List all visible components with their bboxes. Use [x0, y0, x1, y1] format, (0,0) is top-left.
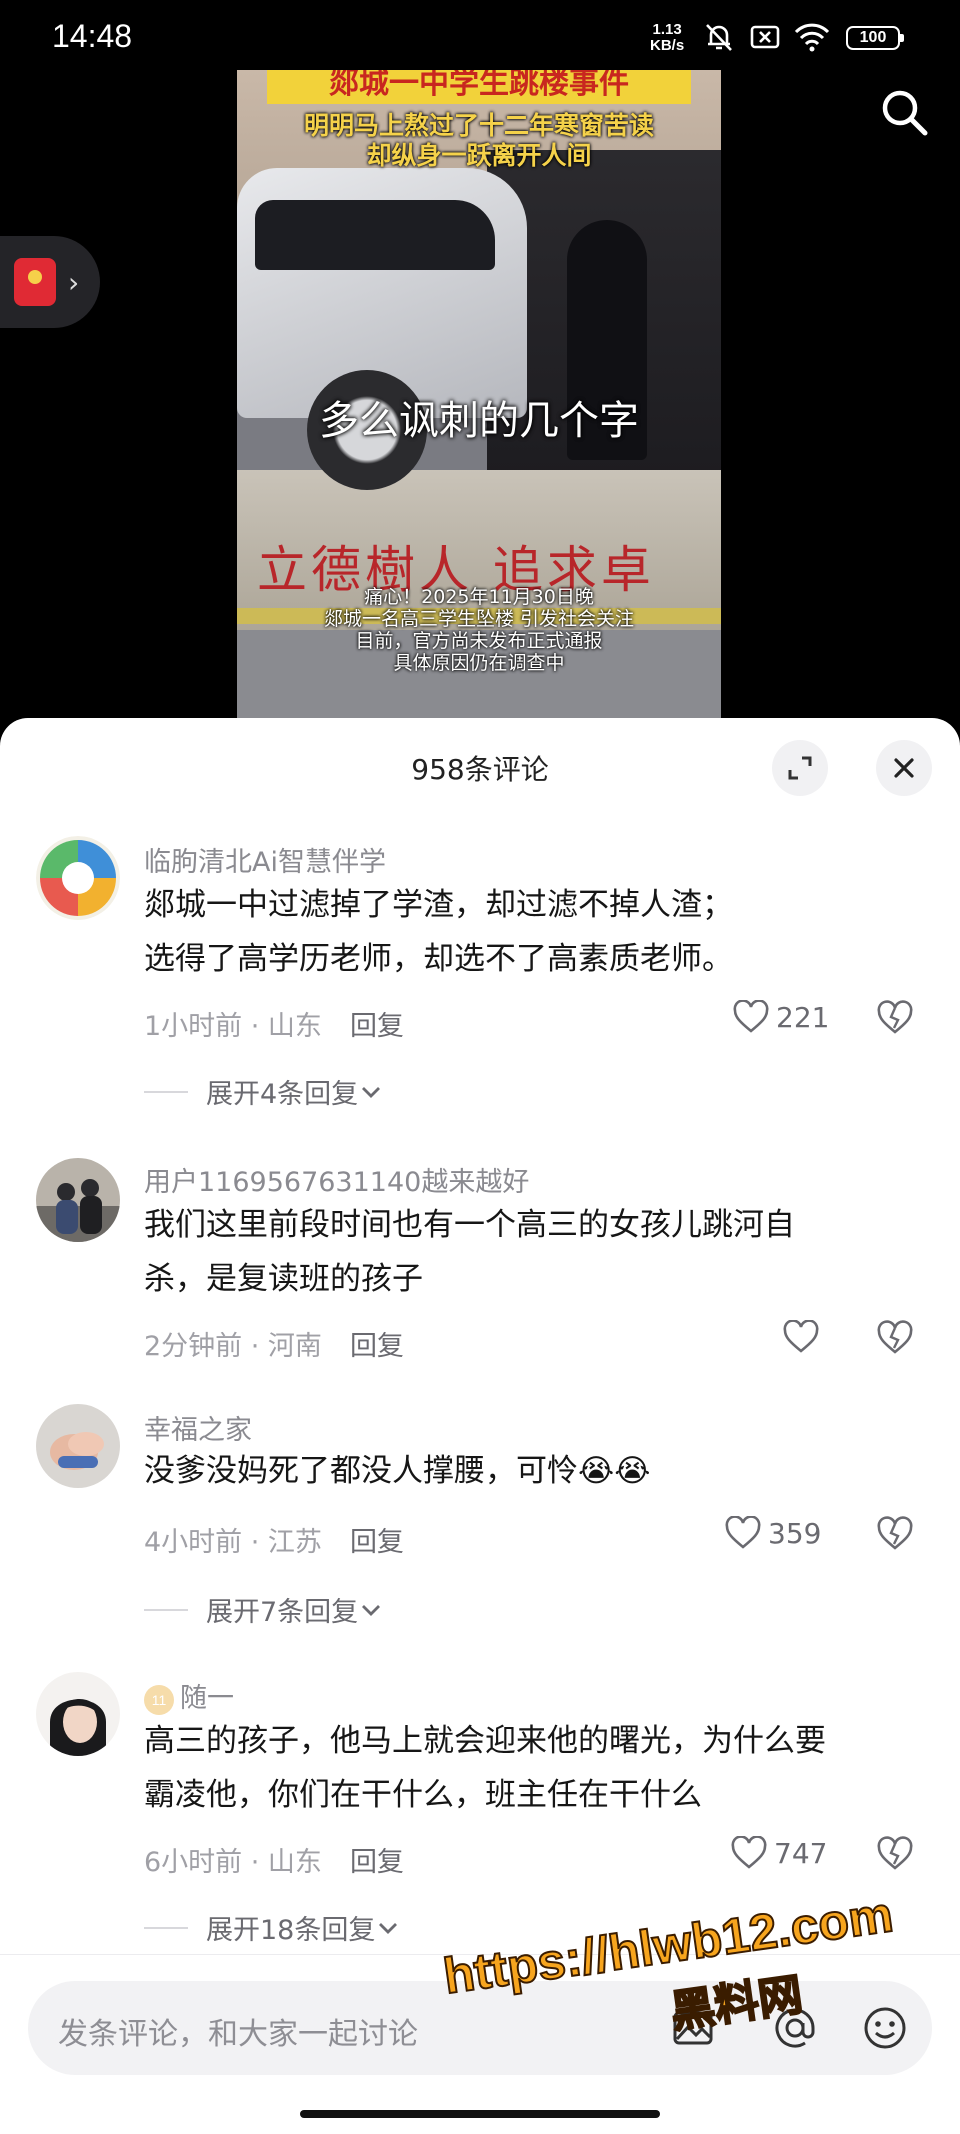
divider	[144, 1090, 188, 1093]
comment-meta: 6小时前 · 山东 回复	[144, 1840, 404, 1879]
comment-time-location: 2分钟前 · 河南	[144, 1331, 322, 1362]
red-packet-button[interactable]: ›	[0, 236, 100, 328]
divider	[144, 1608, 188, 1611]
like-button[interactable]: 747	[730, 1836, 827, 1870]
expand-replies-label: 展开7条回复	[206, 1597, 359, 1628]
reply-button[interactable]: 回复	[350, 1011, 404, 1042]
wifi-icon	[794, 23, 830, 52]
dislike-broken-heart-icon[interactable]	[876, 1320, 914, 1356]
video-player[interactable]: 立德樹人 追求卓 郯城一中学生跳楼事件 明明马上熬过了十二年寒窗苦读 却纵身一跃…	[237, 70, 721, 718]
battery-indicator: 100	[846, 26, 904, 50]
close-icon	[894, 758, 914, 778]
search-icon[interactable]	[876, 84, 932, 140]
video-title-banner: 郯城一中学生跳楼事件	[267, 70, 691, 104]
video-caption-1: 痛心！2025年11月30日晚	[364, 586, 594, 608]
status-time: 14:48	[52, 18, 133, 54]
comment-line: 杀，是复读班的孩子	[144, 1261, 423, 1297]
heart-icon	[725, 1516, 761, 1549]
comment-input-placeholder: 发条评论，和大家一起讨论	[58, 2017, 418, 2052]
like-button[interactable]	[782, 1320, 826, 1354]
dislike-broken-heart-icon[interactable]	[876, 1000, 914, 1036]
avatar[interactable]	[36, 1404, 120, 1488]
video-caption-2: 郯城一名高三学生坠楼 引发社会关注	[323, 608, 635, 630]
heart-icon	[733, 1000, 769, 1033]
chevron-down-icon	[362, 1086, 381, 1098]
comment-line: 没爹没妈死了都没人撑腰，可怜😭😭	[144, 1453, 651, 1489]
comment-line: 我们这里前段时间也有一个高三的女孩儿跳河自	[144, 1207, 795, 1243]
expand-replies-label: 展开18条回复	[206, 1915, 376, 1946]
expand-replies-label: 展开4条回复	[206, 1079, 359, 1110]
dislike-broken-heart-icon[interactable]	[876, 1516, 914, 1552]
comment-username[interactable]: 11 随一	[144, 1676, 234, 1715]
video-caption-3: 目前，官方尚未发布正式通报	[355, 630, 603, 652]
comment-username-text: 随一	[180, 1683, 234, 1714]
video-subtitle-2: 却纵身一跃离开人间	[366, 141, 592, 170]
divider	[144, 1926, 188, 1929]
avatar[interactable]	[36, 836, 120, 920]
comment-meta: 4小时前 · 江苏 回复	[144, 1520, 404, 1559]
comment-username[interactable]: 用户1169567631140越来越好	[144, 1160, 529, 1199]
comment-time-location: 1小时前 · 山东	[144, 1011, 322, 1042]
chevron-down-icon	[362, 1604, 381, 1616]
comment-username[interactable]: 临朐清北Ai智慧伴学	[144, 840, 386, 879]
red-envelope-icon	[14, 258, 56, 306]
like-button[interactable]: 359	[724, 1516, 821, 1550]
status-bar: 14:48 1.13 KB/s 100	[0, 0, 960, 72]
comment-time-location: 6小时前 · 山东	[144, 1847, 322, 1878]
comment-text: 我们这里前段时间也有一个高三的女孩儿跳河自 杀，是复读班的孩子	[144, 1198, 924, 1306]
avatar[interactable]	[36, 1158, 120, 1242]
mute-bell-icon	[706, 24, 732, 51]
reply-button[interactable]: 回复	[350, 1527, 404, 1558]
comment-meta: 2分钟前 · 河南 回复	[144, 1324, 404, 1363]
video-caption-4: 具体原因仍在调查中	[393, 652, 565, 674]
expand-fullscreen-button[interactable]	[772, 740, 828, 796]
comment-line: 霸凌他，你们在干什么，班主任在干什么	[144, 1777, 702, 1813]
comment-text: 高三的孩子，他马上就会迎来他的曙光，为什么要 霸凌他，你们在干什么，班主任在干什…	[144, 1714, 924, 1822]
comment-time-location: 4小时前 · 江苏	[144, 1527, 322, 1558]
comment-line: 郯城一中过滤掉了学渣，却过滤不掉人渣；	[144, 887, 733, 923]
comment-meta: 1小时前 · 山东 回复	[144, 1004, 404, 1043]
net-speed: 1.13 KB/s	[650, 22, 684, 54]
like-count: 359	[768, 1516, 822, 1550]
comment-text: 郯城一中过滤掉了学渣，却过滤不掉人渣； 选得了高学历老师，却选不了高素质老师。	[144, 878, 924, 986]
expand-replies-button[interactable]: 展开7条回复	[144, 1590, 384, 1629]
reply-button[interactable]: 回复	[350, 1331, 404, 1362]
comment-text: 没爹没妈死了都没人撑腰，可怜😭😭	[144, 1444, 924, 1498]
like-count: 221	[776, 1000, 830, 1034]
net-speed-value: 1.13	[652, 21, 682, 38]
no-sim-icon	[750, 25, 780, 49]
chevron-right-icon: ›	[68, 266, 80, 299]
heart-icon	[783, 1320, 819, 1353]
expand-replies-button[interactable]: 展开4条回复	[144, 1072, 384, 1111]
like-button[interactable]: 221	[732, 1000, 829, 1034]
like-count: 747	[774, 1836, 828, 1870]
emoji-icon[interactable]	[860, 2003, 910, 2053]
chevron-down-icon	[379, 1922, 398, 1934]
user-level-badge: 11	[144, 1685, 174, 1715]
expand-icon	[788, 756, 812, 780]
net-speed-unit: KB/s	[650, 37, 685, 54]
expand-replies-button[interactable]: 展开18条回复	[144, 1908, 401, 1947]
heart-icon	[731, 1836, 767, 1869]
close-button[interactable]	[876, 740, 932, 796]
video-van-window	[255, 200, 495, 270]
home-indicator[interactable]	[300, 2110, 660, 2118]
comment-line: 选得了高学历老师，却选不了高素质老师。	[144, 941, 733, 977]
dislike-broken-heart-icon[interactable]	[876, 1836, 914, 1872]
video-center-caption: 多么讽刺的几个字	[319, 398, 639, 444]
reply-button[interactable]: 回复	[350, 1847, 404, 1878]
avatar[interactable]	[36, 1672, 120, 1756]
comment-line: 高三的孩子，他马上就会迎来他的曙光，为什么要	[144, 1723, 826, 1759]
comment-username[interactable]: 幸福之家	[144, 1408, 252, 1447]
